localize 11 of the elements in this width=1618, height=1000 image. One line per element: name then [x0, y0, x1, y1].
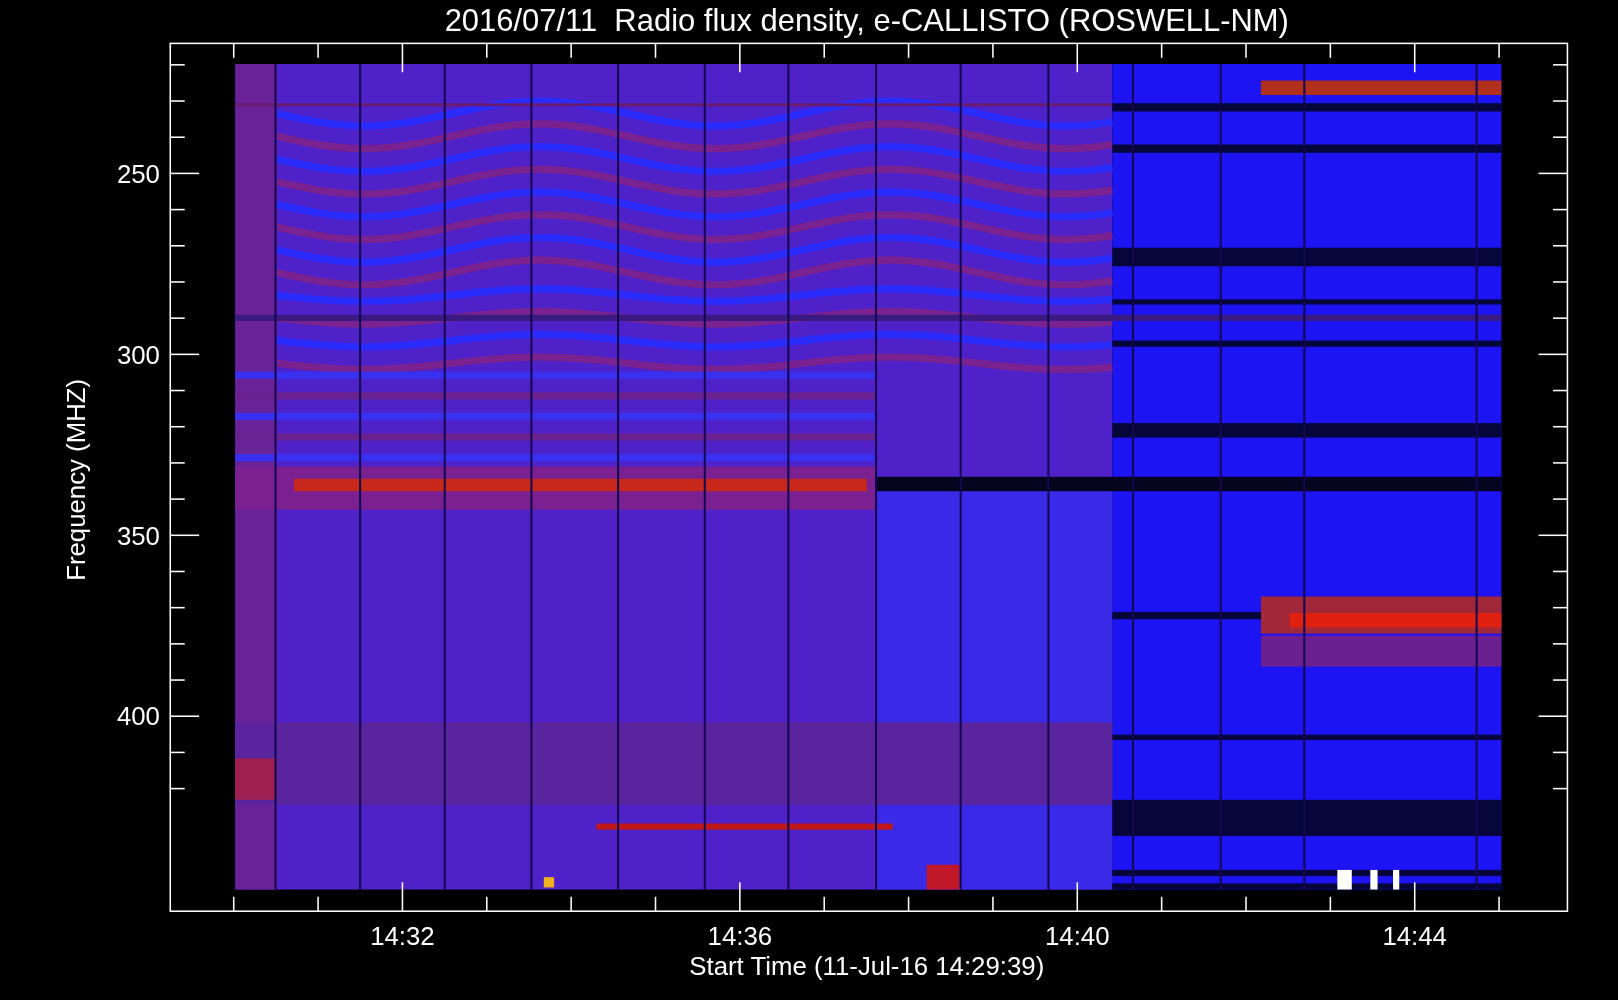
y-tick-label: 300: [116, 340, 160, 369]
chart-title: 2016/07/11 Radio flux density, e-CALLISTO (ROSWELL-NM): [444, 3, 1289, 38]
x-tick-label: 14:32: [370, 922, 435, 951]
y-axis-label: Frequency (MHZ): [61, 378, 90, 581]
y-tick-label: 350: [116, 521, 160, 550]
x-tick-label: 14:40: [1045, 922, 1110, 951]
y-tick-label: 250: [116, 159, 160, 188]
x-tick-label: 14:36: [707, 922, 773, 951]
x-axis-label: Start Time (11-Jul-16 14:29:39): [689, 952, 1045, 981]
x-tick-label: 14:44: [1382, 922, 1447, 951]
y-tick-label: 400: [116, 702, 160, 731]
